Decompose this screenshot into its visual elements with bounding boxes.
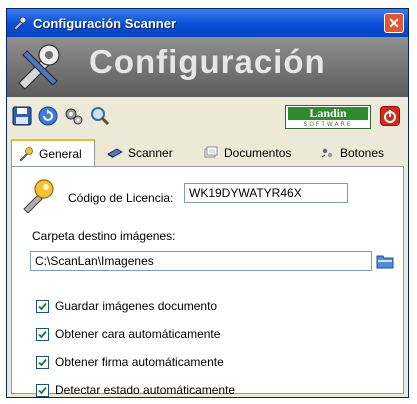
tab-botones[interactable]: Botones (313, 141, 403, 165)
search-icon (91, 107, 110, 126)
title-bar[interactable]: Configuración Scanner ✕ (7, 9, 408, 37)
checkbox[interactable] (36, 383, 49, 397)
refresh-button[interactable] (37, 105, 59, 127)
landin-logo: Landin SOFTWARE (285, 105, 371, 129)
license-label: Código de Licencia: (68, 191, 174, 205)
checkmark-icon (38, 302, 47, 310)
documents-icon (204, 146, 218, 158)
window-title: Configuración Scanner (33, 15, 177, 31)
tab-strip: General Scanner Documentos Botones (7, 139, 408, 167)
close-button[interactable]: ✕ (384, 13, 404, 33)
settings-gears-icon (65, 108, 83, 125)
option-get-face[interactable]: Obtener cara automáticamente (36, 327, 220, 341)
buttons-icon (321, 148, 333, 158)
scanner-app-icon (11, 14, 29, 32)
wrench-icon (19, 147, 33, 162)
general-panel: Código de Licencia: Carpeta destino imág… (11, 166, 404, 397)
checkbox[interactable] (36, 327, 49, 341)
logo-tagline: SOFTWARE (303, 121, 353, 128)
tab-label: Botones (340, 146, 385, 160)
power-button[interactable] (380, 106, 400, 126)
checkbox[interactable] (36, 355, 49, 369)
tab-label: Scanner (128, 146, 173, 160)
settings-button[interactable] (63, 105, 85, 127)
tab-label: Documentos (224, 146, 292, 160)
image-folder-input[interactable] (30, 251, 372, 271)
close-icon: ✕ (388, 14, 400, 31)
checkbox-label: Obtener cara automáticamente (55, 327, 221, 341)
option-get-signature[interactable]: Obtener firma automáticamente (36, 355, 224, 369)
scanner-icon (107, 148, 123, 158)
refresh-icon (38, 106, 58, 126)
checkbox-label: Guardar imágenes documento (55, 299, 218, 313)
checkbox-label: Obtener firma automáticamente (55, 355, 224, 369)
folder-label: Carpeta destino imágenes: (32, 229, 176, 243)
license-code-input[interactable] (184, 183, 348, 203)
tab-documentos[interactable]: Documentos (197, 141, 309, 165)
tab-label: General (39, 147, 82, 161)
save-button[interactable] (11, 105, 33, 127)
option-save-images[interactable]: Guardar imágenes documento (36, 299, 217, 313)
power-icon (384, 110, 396, 123)
checkmark-icon (38, 330, 47, 338)
browse-folder-button[interactable] (376, 251, 394, 271)
checkbox[interactable] (36, 299, 49, 313)
key-icon (23, 179, 54, 213)
option-detect-state[interactable]: Detectar estado automáticamente (36, 383, 235, 397)
tab-scanner[interactable]: Scanner (101, 141, 189, 165)
folder-icon (376, 255, 394, 269)
wrench-screwdriver-icon (18, 44, 60, 90)
checkbox-label: Detectar estado automáticamente (55, 383, 236, 397)
configuration-window: Configuración Scanner ✕ Configuración La… (6, 8, 409, 398)
toolbar: Landin SOFTWARE (7, 101, 408, 133)
tab-general[interactable]: General (11, 139, 95, 167)
checkmark-icon (38, 386, 47, 394)
checkmark-icon (38, 358, 47, 366)
save-icon (12, 106, 32, 126)
search-button[interactable] (89, 105, 111, 127)
banner-heading: Configuración (89, 43, 326, 80)
banner: Configuración (7, 37, 408, 97)
logo-brand: Landin (288, 107, 368, 120)
